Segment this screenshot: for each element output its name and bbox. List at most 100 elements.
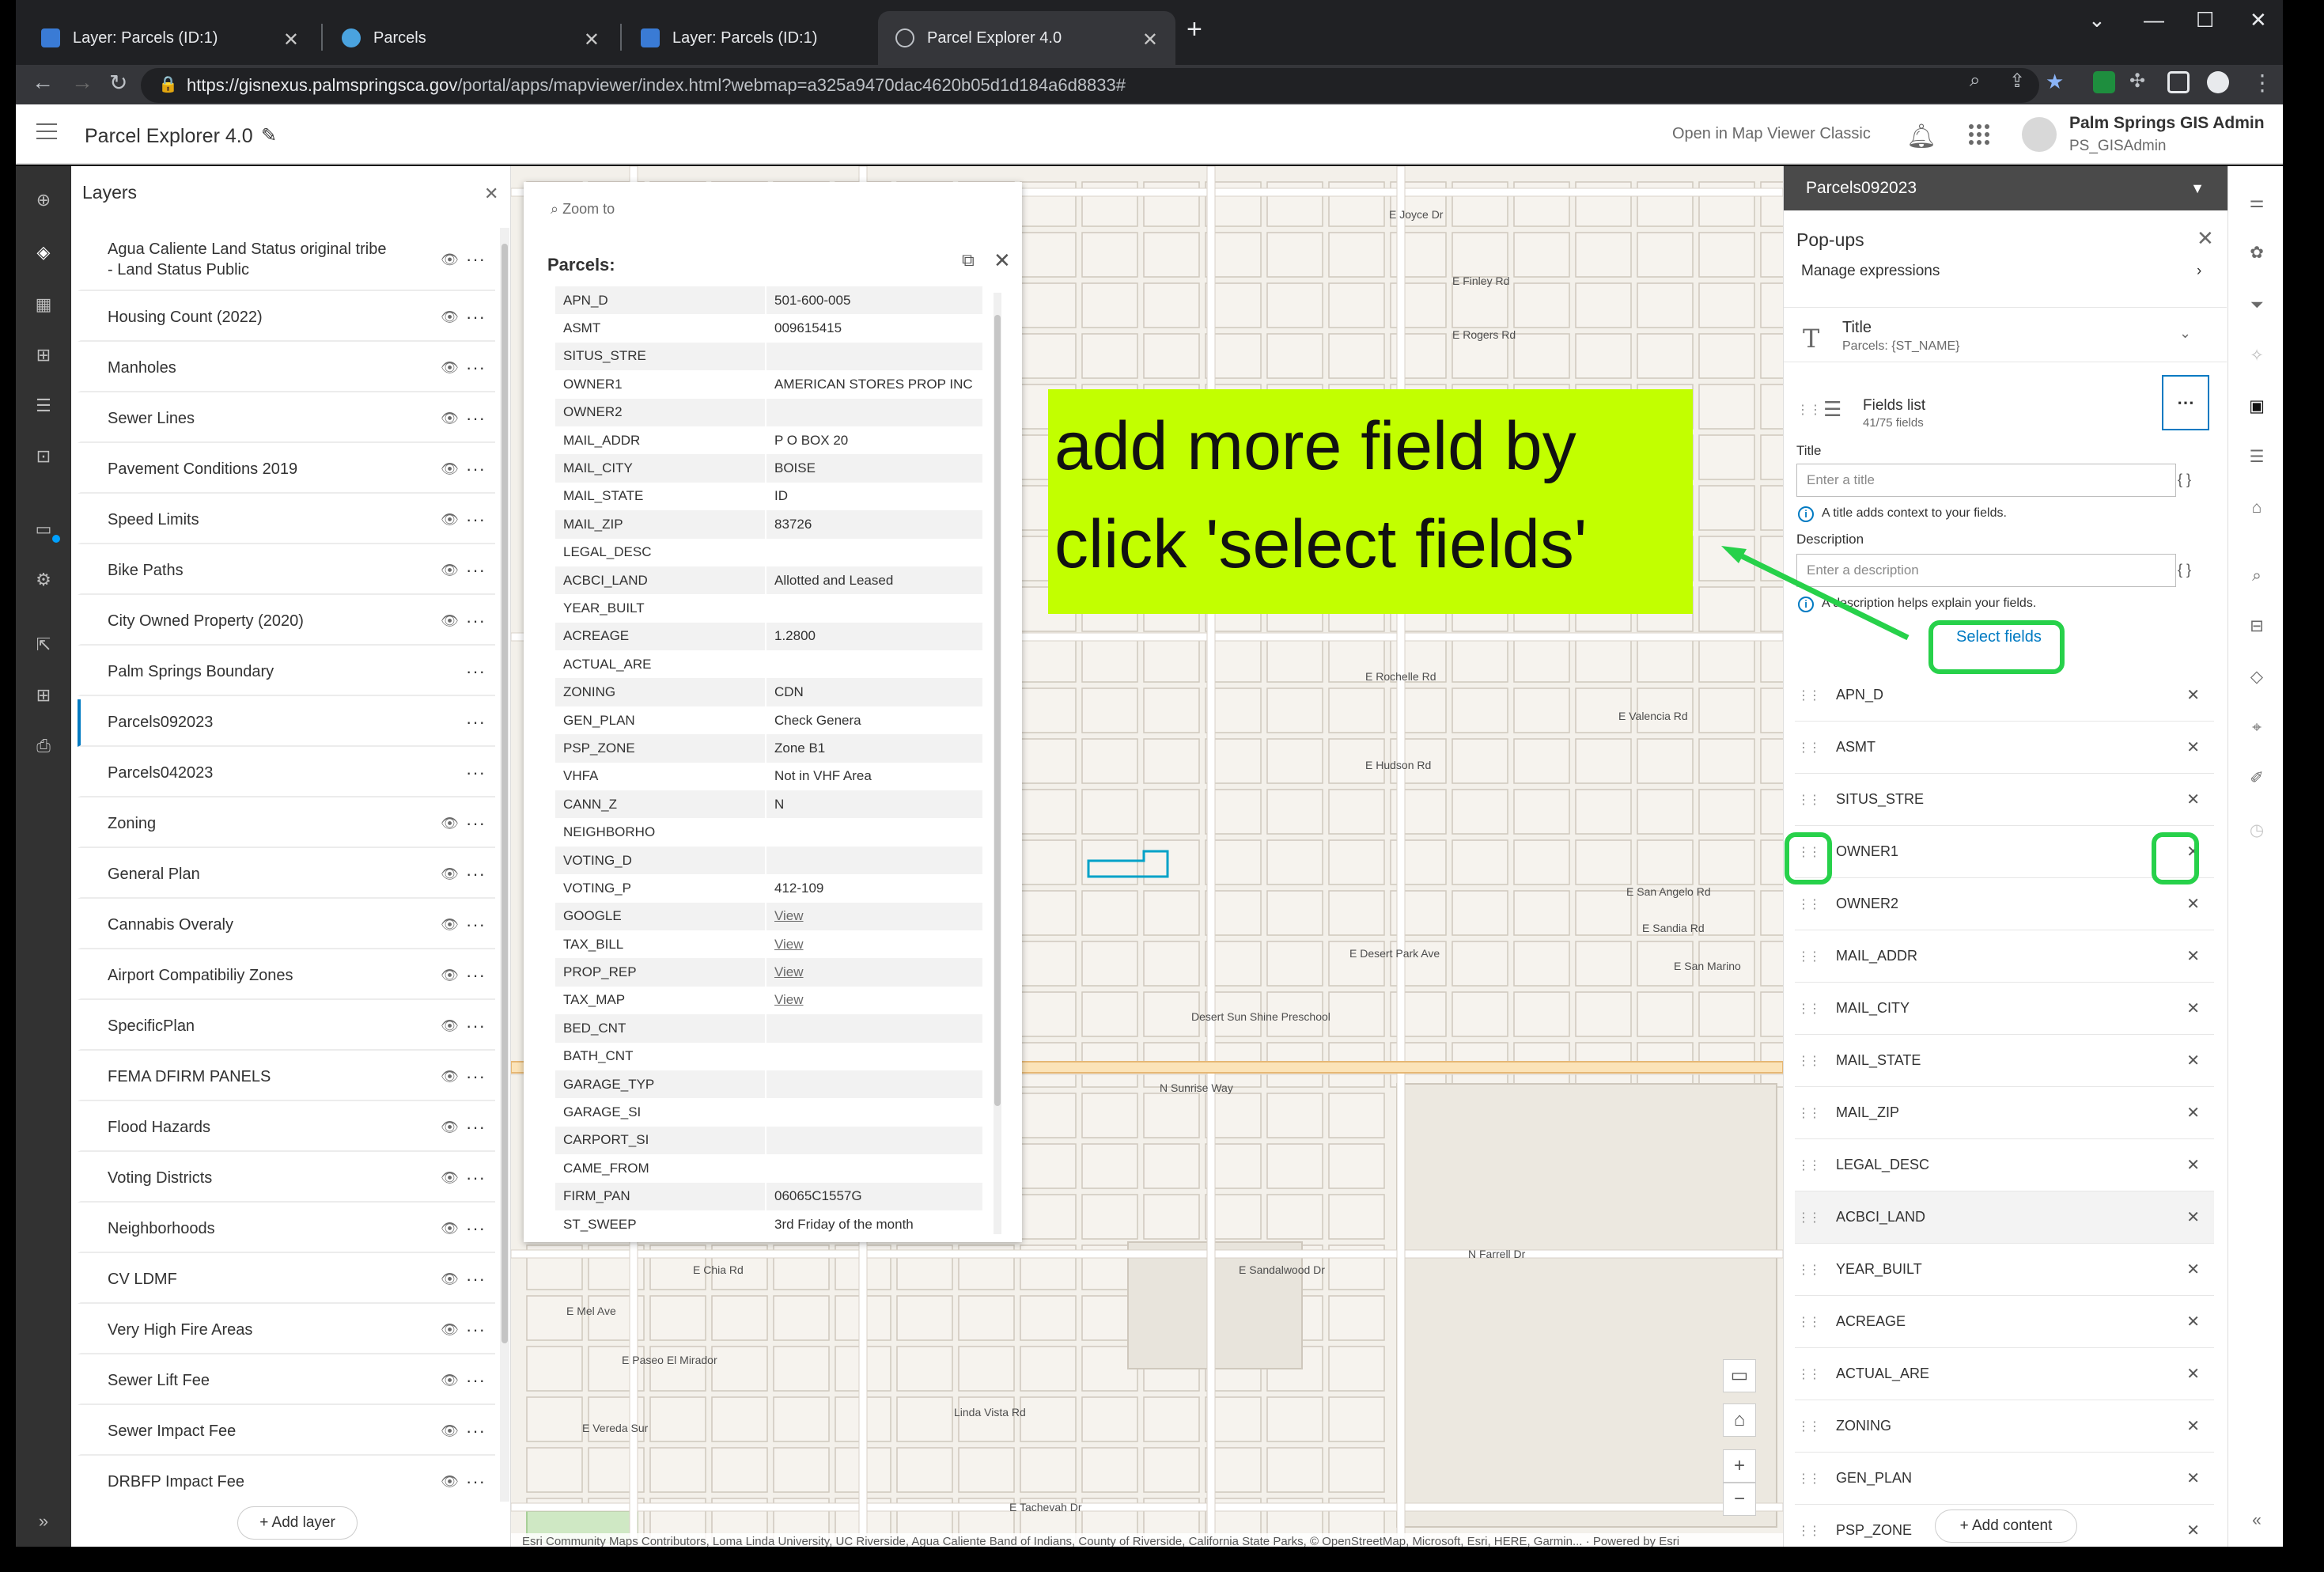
scrollbar-thumb[interactable]	[994, 315, 1001, 1106]
layer-item[interactable]: Cannabis Overaly 👁︎ ···	[78, 902, 495, 949]
popup-scrollbar[interactable]	[994, 293, 1001, 1234]
search-icon[interactable]: ⌕	[2247, 566, 2266, 585]
zoom-magnifier-icon[interactable]: ⌕	[1970, 70, 1980, 92]
visibility-eye-icon[interactable]: 👁︎	[441, 1271, 459, 1288]
expand-chevrons-icon[interactable]: »	[33, 1511, 54, 1532]
popup-field-item[interactable]: ⋮⋮ OWNER2 ✕	[1795, 878, 2214, 930]
layers-icon[interactable]: ◈	[33, 242, 54, 263]
create-app-icon[interactable]: ⊞	[33, 685, 54, 706]
remove-field-icon[interactable]: ✕	[2186, 1468, 2200, 1488]
layer-options-icon[interactable]: ···	[466, 1370, 486, 1391]
add-icon[interactable]: ⊕	[33, 190, 54, 210]
popup-field-item[interactable]: ⋮⋮ GEN_PLAN ✕	[1795, 1453, 2214, 1505]
user-avatar[interactable]	[2022, 117, 2057, 152]
visibility-eye-icon[interactable]: 👁︎	[441, 816, 459, 832]
layer-options-icon[interactable]: ···	[466, 661, 486, 682]
reload-icon[interactable]: ↻	[109, 70, 127, 96]
visibility-eye-icon[interactable]: 👁︎	[441, 461, 459, 478]
drag-handle-icon[interactable]: ⋮⋮	[1795, 1419, 1822, 1434]
edit-pencil-icon[interactable]: ✎	[261, 124, 277, 147]
back-arrow-icon[interactable]: ←	[32, 70, 54, 95]
powered-by-esri[interactable]: Powered by Esri	[1593, 1535, 1679, 1547]
popup-field-item[interactable]: ⋮⋮ MAIL_STATE ✕	[1795, 1035, 2214, 1087]
zoom-in-button[interactable]: +	[1723, 1449, 1756, 1483]
browser-menu-icon[interactable]: ⋮	[2251, 70, 2273, 96]
tab-search-chevron-icon[interactable]: ⌄	[2088, 8, 2106, 32]
sketch-icon[interactable]: ◇	[2247, 668, 2266, 687]
browser-tab[interactable]: Layer: Parcels (ID:1) ✕	[623, 11, 916, 65]
drag-handle-icon[interactable]: ⋮⋮	[1795, 1157, 1822, 1173]
remove-field-icon[interactable]: ✕	[2186, 998, 2200, 1018]
zoom-to-button[interactable]: ⌕ Zoom to	[551, 201, 615, 218]
visibility-eye-icon[interactable]: 👁︎	[441, 1423, 459, 1440]
visibility-eye-icon[interactable]: 👁︎	[441, 1322, 459, 1339]
maximize-icon[interactable]: ☐	[2196, 8, 2214, 32]
popup-field-item[interactable]: ⋮⋮ YEAR_BUILT ✕	[1795, 1244, 2214, 1296]
layer-item[interactable]: Palm Springs Boundary ···	[78, 649, 495, 696]
drag-handle-icon[interactable]: ⋮⋮	[1795, 896, 1822, 912]
visibility-eye-icon[interactable]: 👁︎	[441, 1069, 459, 1085]
remove-field-icon[interactable]: ✕	[2186, 685, 2200, 705]
layer-options-icon[interactable]: ···	[466, 1066, 486, 1087]
layer-options-icon[interactable]: ···	[466, 560, 486, 581]
extensions-puzzle-icon[interactable]: ✣	[2129, 70, 2145, 93]
visibility-eye-icon[interactable]: 👁︎	[441, 1170, 459, 1187]
drag-handle-icon[interactable]: ⋮⋮	[1795, 1314, 1822, 1330]
layer-item[interactable]: Bike Paths 👁︎ ···	[78, 547, 495, 595]
extension-download-icon[interactable]	[2093, 71, 2115, 93]
remove-field-icon[interactable]: ✕	[2186, 946, 2200, 966]
remove-field-icon[interactable]: ✕	[2186, 894, 2200, 914]
layer-item[interactable]: Sewer Lift Fee 👁︎ ···	[78, 1358, 495, 1405]
legend-icon[interactable]: ☰	[33, 396, 54, 416]
visibility-eye-icon[interactable]: 👁︎	[441, 309, 459, 326]
visibility-eye-icon[interactable]: 👁︎	[441, 1119, 459, 1136]
popup-field-item[interactable]: ⋮⋮ MAIL_ADDR ✕	[1795, 930, 2214, 983]
popup-field-item[interactable]: ⋮⋮ ACTUAL_ARE ✕	[1795, 1348, 2214, 1400]
layer-options-icon[interactable]: ···	[466, 459, 486, 479]
layer-item[interactable]: General Plan 👁︎ ···	[78, 851, 495, 899]
drag-handle-icon[interactable]: ⋮⋮	[1795, 1262, 1822, 1278]
layer-options-icon[interactable]: ···	[466, 307, 486, 328]
visibility-eye-icon[interactable]: 👁︎	[441, 411, 459, 427]
side-panel-icon[interactable]	[2167, 71, 2190, 93]
popup-field-item[interactable]: ⋮⋮ ZONING ✕	[1795, 1400, 2214, 1453]
drag-handle-icon[interactable]: ⋮⋮	[1796, 402, 1822, 418]
notifications-bell-icon[interactable]: 🔔︎	[1906, 123, 1936, 150]
drag-handle-icon[interactable]: ⋮⋮	[1795, 688, 1822, 703]
remove-field-icon[interactable]: ✕	[2186, 1051, 2200, 1070]
layer-item[interactable]: Voting Districts 👁︎ ···	[78, 1155, 495, 1203]
layer-options-icon[interactable]: ···	[466, 408, 486, 429]
layer-item[interactable]: Parcels092023 ···	[78, 699, 495, 747]
remove-field-icon[interactable]: ✕	[2186, 1521, 2200, 1540]
open-map-viewer-classic-link[interactable]: Open in Map Viewer Classic	[1672, 125, 1871, 143]
filter-icon[interactable]: ⏷	[2247, 296, 2266, 315]
location-icon[interactable]: ⌖	[2247, 718, 2266, 737]
fields-icon[interactable]: ☰	[2247, 448, 2266, 467]
expression-braces-icon[interactable]: { }	[2178, 472, 2191, 488]
browser-tab[interactable]: Parcels ✕	[324, 11, 617, 65]
layer-options-icon[interactable]: ···	[466, 509, 486, 530]
layer-item[interactable]: Very High Fire Areas 👁︎ ···	[78, 1307, 495, 1354]
layer-item[interactable]: Agua Caliente Land Status original tribe…	[78, 229, 495, 291]
visibility-eye-icon[interactable]: 👁︎	[441, 360, 459, 377]
drag-handle-icon[interactable]: ⋮⋮	[1795, 740, 1822, 756]
layer-options-icon[interactable]: ···	[466, 1320, 486, 1340]
visibility-eye-icon[interactable]: 👁︎	[441, 968, 459, 984]
visibility-eye-icon[interactable]: 👁︎	[441, 866, 459, 883]
drag-handle-icon[interactable]: ⋮⋮	[1795, 1105, 1822, 1121]
layer-item[interactable]: Flood Hazards 👁︎ ···	[78, 1104, 495, 1152]
popup-field-item[interactable]: ⋮⋮ ACBCI_LAND ✕	[1795, 1191, 2214, 1244]
effects-icon[interactable]: ✧	[2247, 347, 2266, 366]
layer-selector[interactable]: Parcels092023 ▼	[1784, 166, 2228, 210]
popup-field-item[interactable]: ⋮⋮ LEGAL_DESC ✕	[1795, 1139, 2214, 1191]
popup-field-item[interactable]: ⋮⋮ ACREAGE ✕	[1795, 1296, 2214, 1348]
tables-icon[interactable]: ▦	[33, 294, 54, 315]
close-tab-icon[interactable]: ✕	[1142, 28, 1158, 51]
popup-field-item[interactable]: ⋮⋮ MAIL_ZIP ✕	[1795, 1087, 2214, 1139]
close-popups-icon[interactable]: ✕	[2197, 226, 2214, 251]
remove-field-icon[interactable]: ✕	[2186, 737, 2200, 757]
share-icon[interactable]: ⇪	[2009, 70, 2025, 93]
layer-options-icon[interactable]: ···	[466, 1016, 486, 1036]
manage-expressions-item[interactable]: Manage expressions ›	[1801, 263, 2201, 280]
fields-list-more-button[interactable]: ⋯	[2162, 375, 2209, 430]
